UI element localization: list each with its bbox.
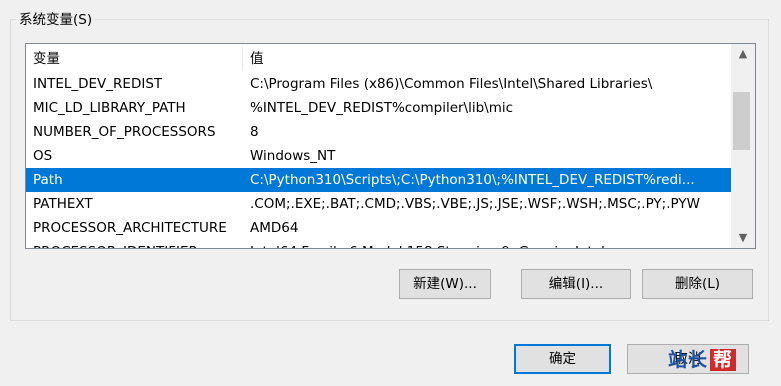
variable-value-cell: 8 [250, 124, 259, 140]
variable-value-cell: %INTEL_DEV_REDIST%compiler\lib\mic [250, 100, 514, 116]
vertical-scrollbar[interactable]: ▲ ▼ [731, 44, 755, 248]
scrollbar-thumb[interactable] [733, 92, 750, 150]
variable-value-cell: AMD64 [250, 220, 299, 236]
system-variables-list[interactable]: 变量 值 INTEL_DEV_REDIST C:\Program Files (x… [25, 43, 756, 249]
delete-button[interactable]: 删除(L) [642, 269, 753, 299]
variable-name-cell: Path [33, 172, 63, 188]
column-header-variable[interactable]: 变量 [33, 47, 241, 71]
environment-variables-dialog: { "system_vars": { "group_title": "系统变量(… [0, 0, 781, 386]
scroll-up-icon[interactable]: ▲ [731, 44, 755, 64]
variable-name-cell: OS [33, 148, 53, 164]
table-row[interactable]: NUMBER_OF_PROCESSORS 8 [26, 120, 731, 144]
column-header-value[interactable]: 值 [250, 47, 728, 71]
watermark-badge: 帮 [710, 349, 737, 371]
variable-name-cell: INTEL_DEV_REDIST [33, 76, 163, 92]
variable-name-cell: PROCESSOR_ARCHITECTURE [33, 220, 227, 236]
variable-name-cell: PROCESSOR_IDENTIFIER [33, 240, 241, 248]
table-row[interactable]: INTEL_DEV_REDIST C:\Program Files (x86)\C… [26, 72, 731, 96]
variable-name-cell: MIC_LD_LIBRARY_PATH [33, 100, 186, 116]
table-row[interactable]: PROCESSOR_ARCHITECTURE AMD64 [26, 216, 731, 240]
new-button[interactable]: 新建(W)... [399, 269, 491, 299]
scroll-down-icon[interactable]: ▼ [731, 228, 755, 248]
table-row[interactable]: Path C:\Python310\Scripts\;C:\Python310\;… [26, 168, 731, 192]
system-variables-label: 系统变量(S) [16, 11, 96, 29]
edit-button[interactable]: 编辑(I)... [521, 269, 631, 299]
variable-value-cell: C:\Python310\Scripts\;C:\Python310\;%INT… [250, 172, 695, 188]
variable-value-cell: Intel64 Family 6 Model 158 Stepping 9, G… [250, 240, 728, 248]
watermark-logo: 站长帮 [668, 345, 737, 372]
ok-button[interactable]: 确定 [514, 344, 611, 374]
variable-name-cell: PATHEXT [33, 196, 93, 212]
table-row[interactable]: MIC_LD_LIBRARY_PATH %INTEL_DEV_REDIST%com… [26, 96, 731, 120]
table-row[interactable]: PROCESSOR_IDENTIFIER Intel64 Family 6 Mod… [26, 240, 731, 248]
column-divider[interactable] [242, 47, 243, 71]
list-viewport: 变量 值 INTEL_DEV_REDIST C:\Program Files (x… [26, 44, 731, 248]
list-header: 变量 值 [26, 47, 731, 71]
watermark-text: 站长 [668, 349, 709, 371]
variable-value-cell: Windows_NT [250, 148, 336, 164]
variable-value-cell: C:\Program Files (x86)\Common Files\Inte… [250, 76, 653, 92]
variable-value-cell: .COM;.EXE;.BAT;.CMD;.VBS;.VBE;.JS;.JSE;.… [250, 196, 700, 212]
table-row[interactable]: PATHEXT .COM;.EXE;.BAT;.CMD;.VBS;.VBE;.JS… [26, 192, 731, 216]
table-row[interactable]: OS Windows_NT [26, 144, 731, 168]
variable-name-cell: NUMBER_OF_PROCESSORS [33, 124, 216, 140]
